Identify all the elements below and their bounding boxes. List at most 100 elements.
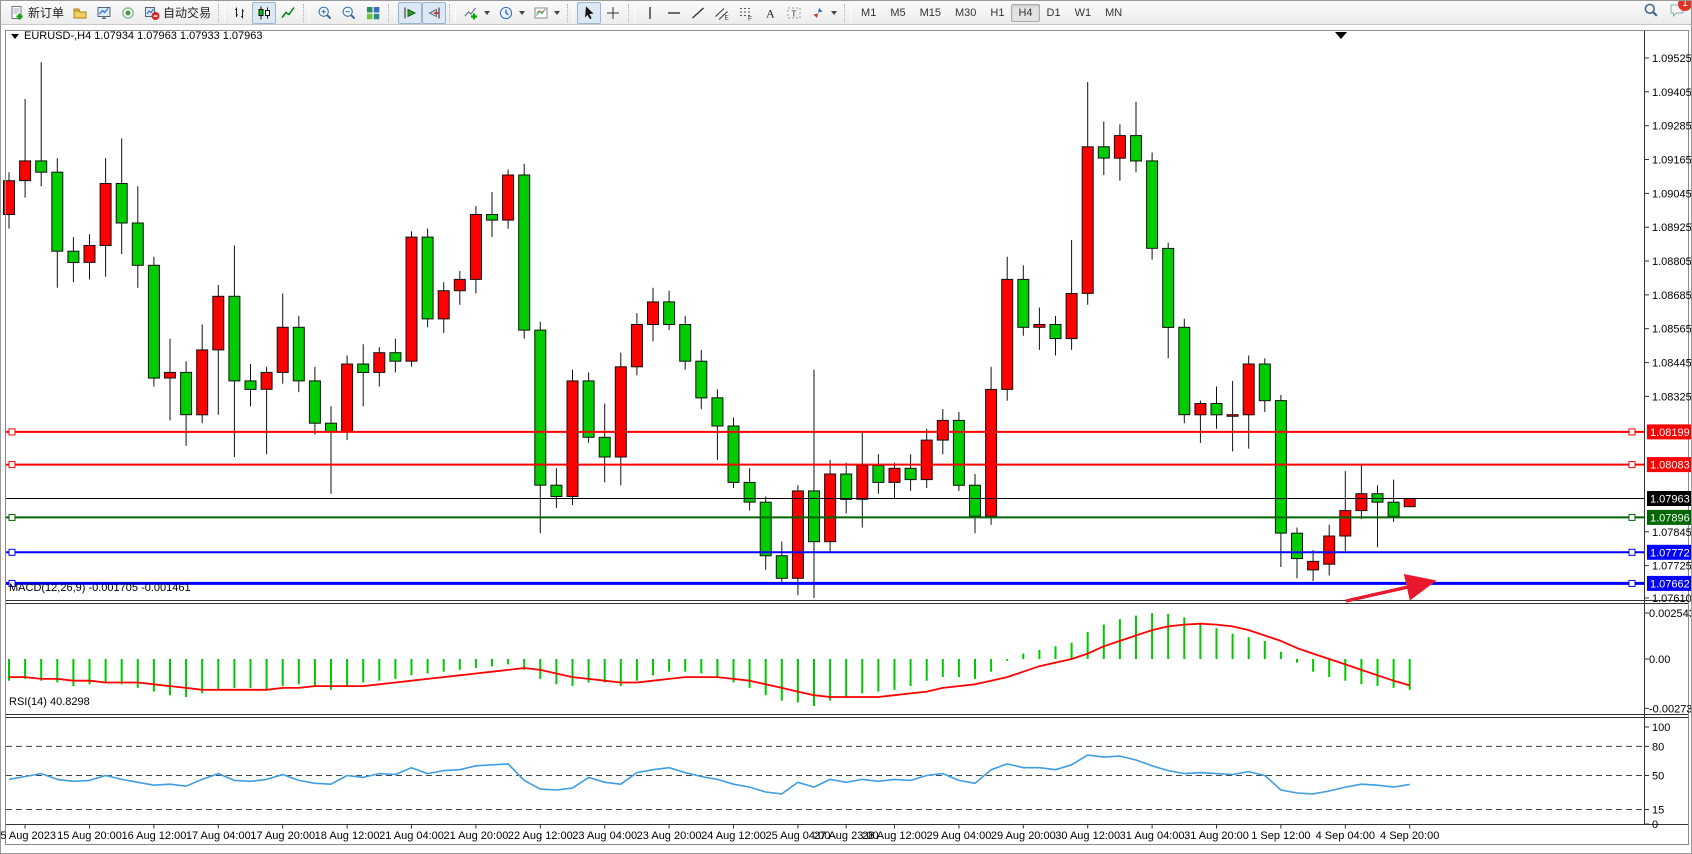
bar-chart-button[interactable] bbox=[228, 2, 252, 24]
price-axis-label: 1.09045 bbox=[1652, 188, 1692, 200]
timeframe-m15-button[interactable]: M15 bbox=[913, 4, 948, 22]
line-handle[interactable] bbox=[9, 514, 15, 520]
candle bbox=[519, 164, 530, 339]
crosshair-button[interactable] bbox=[601, 2, 625, 24]
rsi-axis-label: 0 bbox=[1652, 819, 1658, 831]
mt4-terminal-window: 新订单 自动交易 EFAT M1M5M15M30H1H4D1W1MN 1 1.09525… bbox=[0, 0, 1692, 854]
chevron-down-icon[interactable] bbox=[554, 11, 560, 15]
time-axis-label: 24 Aug 12:00 bbox=[701, 830, 766, 842]
timeframe-h1-button[interactable]: H1 bbox=[983, 4, 1011, 22]
line-chart-button[interactable] bbox=[276, 2, 300, 24]
search-button[interactable] bbox=[1643, 2, 1659, 23]
macd-axis-label: 0.00 bbox=[1649, 654, 1670, 666]
horizontal-line-button[interactable] bbox=[662, 2, 686, 24]
time-axis-label: 15 Aug 2023 bbox=[1, 830, 56, 842]
templates-button[interactable] bbox=[529, 2, 564, 24]
timeframe-m1-button[interactable]: M1 bbox=[854, 4, 883, 22]
symbol-ohlc-text: EURUSD-,H4 1.07934 1.07963 1.07933 1.079… bbox=[24, 30, 263, 42]
time-axis-label: 22 Aug 12:00 bbox=[508, 830, 573, 842]
candle bbox=[422, 229, 433, 328]
line-handle[interactable] bbox=[9, 549, 15, 555]
chat-button[interactable]: 1 bbox=[1669, 2, 1685, 23]
rsi-axis-label: 15 bbox=[1652, 805, 1664, 817]
price-axis-label: 1.08805 bbox=[1652, 256, 1692, 268]
price-axis-label: 1.08565 bbox=[1652, 324, 1692, 336]
periods-icon bbox=[498, 5, 514, 21]
toolbar-separator bbox=[567, 4, 574, 22]
tile-windows-button[interactable] bbox=[361, 2, 385, 24]
price-axis-label: 1.08925 bbox=[1652, 222, 1692, 234]
candle bbox=[728, 418, 739, 488]
candle-chart-icon bbox=[256, 5, 272, 21]
horizontal-line-icon bbox=[666, 5, 682, 21]
vertical-line-icon bbox=[642, 5, 658, 21]
timeframe-m5-button[interactable]: M5 bbox=[883, 4, 912, 22]
bar-chart-icon bbox=[232, 5, 248, 21]
chart-shift-button[interactable] bbox=[422, 2, 446, 24]
line-handle[interactable] bbox=[9, 429, 15, 435]
chart-plot-area[interactable] bbox=[5, 30, 1689, 845]
trendline-button[interactable] bbox=[686, 2, 710, 24]
periods-button[interactable] bbox=[494, 2, 529, 24]
price-axis-label: 1.08445 bbox=[1652, 358, 1692, 370]
timeframe-mn-button[interactable]: MN bbox=[1098, 4, 1129, 22]
indicators-button[interactable] bbox=[459, 2, 494, 24]
line-handle[interactable] bbox=[1629, 462, 1635, 468]
auto-scroll-button[interactable] bbox=[398, 2, 422, 24]
fibonacci-button[interactable]: F bbox=[734, 2, 758, 24]
time-axis-label: 21 Aug 04:00 bbox=[379, 830, 444, 842]
time-axis-label: 31 Aug 20:00 bbox=[1184, 830, 1249, 842]
toolbar-separator bbox=[449, 4, 456, 22]
signals-button[interactable] bbox=[116, 2, 140, 24]
time-axis-label: 28 Aug 12:00 bbox=[862, 830, 927, 842]
text-button[interactable]: A bbox=[758, 2, 782, 24]
svg-text:1.07662: 1.07662 bbox=[1650, 578, 1690, 590]
zoom-out-button[interactable] bbox=[337, 2, 361, 24]
time-axis-label: 23 Aug 20:00 bbox=[637, 830, 702, 842]
text-label-button[interactable]: T bbox=[782, 2, 806, 24]
arrows-button[interactable] bbox=[806, 2, 841, 24]
chevron-down-icon[interactable] bbox=[484, 11, 490, 15]
chart-window: 1.095251.094051.092851.091651.090451.089… bbox=[1, 25, 1692, 854]
new-order-button[interactable]: 新订单 bbox=[5, 2, 68, 24]
svg-text:1.07772: 1.07772 bbox=[1650, 547, 1690, 559]
time-axis-label: 29 Aug 04:00 bbox=[926, 830, 991, 842]
timeframe-m30-button[interactable]: M30 bbox=[948, 4, 983, 22]
chart-collapse-icon[interactable] bbox=[11, 34, 19, 39]
chevron-down-icon[interactable] bbox=[519, 11, 525, 15]
line-handle[interactable] bbox=[9, 462, 15, 468]
timeframe-d1-button[interactable]: D1 bbox=[1040, 4, 1068, 22]
toolbar-separator bbox=[628, 4, 635, 22]
rsi-axis-label: 100 bbox=[1652, 722, 1670, 734]
symbol-ohlc-label[interactable]: EURUSD-,H4 1.07934 1.07963 1.07933 1.079… bbox=[11, 30, 263, 42]
autotrading-button[interactable]: 自动交易 bbox=[140, 2, 215, 24]
zoom-in-button[interactable] bbox=[313, 2, 337, 24]
timeframe-h4-button[interactable]: H4 bbox=[1011, 4, 1039, 22]
price-axis-label: 1.08685 bbox=[1652, 290, 1692, 302]
chevron-down-icon[interactable] bbox=[831, 11, 837, 15]
candle bbox=[1404, 499, 1415, 507]
market-watch-button[interactable] bbox=[92, 2, 116, 24]
candle-chart-button[interactable] bbox=[252, 2, 276, 24]
notification-badge: 1 bbox=[1678, 0, 1692, 11]
macd-indicator-label: MACD(12,26,9) -0.001705 -0.001461 bbox=[9, 582, 191, 594]
profiles-button[interactable] bbox=[68, 2, 92, 24]
equidistant-channel-button[interactable]: E bbox=[710, 2, 734, 24]
toolbar-separator bbox=[388, 4, 395, 22]
line-handle[interactable] bbox=[1629, 514, 1635, 520]
time-axis-label: 31 Aug 04:00 bbox=[1120, 830, 1185, 842]
trendline-icon bbox=[690, 5, 706, 21]
line-handle[interactable] bbox=[1629, 549, 1635, 555]
line-handle[interactable] bbox=[1629, 429, 1635, 435]
vertical-line-button[interactable] bbox=[638, 2, 662, 24]
chart-shift-icon bbox=[426, 5, 442, 21]
tile-windows-icon bbox=[365, 5, 381, 21]
line-handle[interactable] bbox=[1629, 580, 1635, 586]
time-axis-label: 29 Aug 20:00 bbox=[991, 830, 1056, 842]
timeframe-w1-button[interactable]: W1 bbox=[1068, 4, 1099, 22]
time-axis-label: 17 Aug 20:00 bbox=[250, 830, 315, 842]
toolbar-separator bbox=[303, 4, 310, 22]
text-icon: A bbox=[762, 5, 778, 21]
rsi-indicator-label: RSI(14) 40.8298 bbox=[9, 696, 90, 708]
cursor-button[interactable] bbox=[577, 2, 601, 24]
